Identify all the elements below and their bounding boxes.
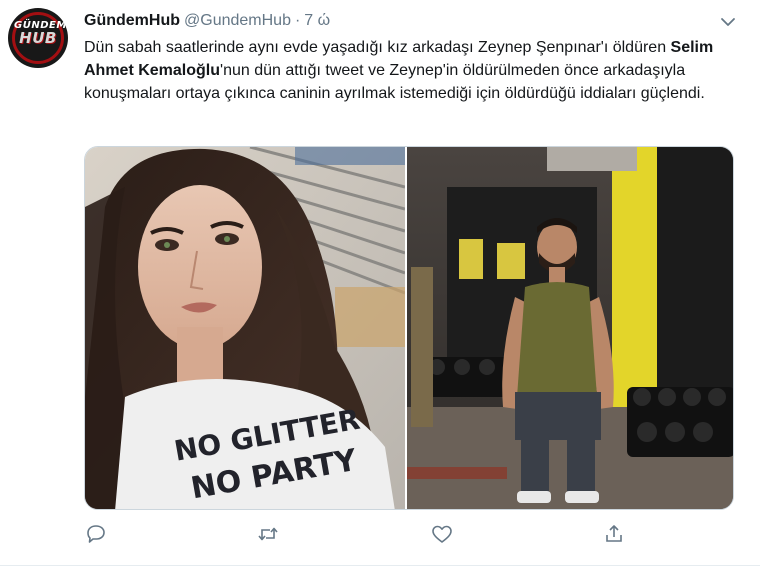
avatar-logo: GÜNDEM HUB [14,20,66,47]
share-icon[interactable] [602,522,626,546]
avatar[interactable]: GÜNDEM HUB [8,8,68,68]
tweet-header: GündemHub @GundemHub · 7 ώ [84,10,330,32]
avatar-logo-main: HUB [19,29,57,47]
timestamp[interactable]: 7 ώ [304,12,330,29]
retweet-icon[interactable] [256,522,280,546]
tweet-text-part1: Dün sabah saatlerinde aynı evde yaşadığı… [84,39,671,56]
tweet-card[interactable]: GÜNDEM HUB GündemHub @GundemHub · 7 ώ Dün s… [0,0,760,566]
tweet-media[interactable]: NO GLITTER NO PARTY [84,146,734,510]
like-icon[interactable] [430,522,454,546]
user-handle[interactable]: @GundemHub [184,12,291,29]
media-photo-man-gym[interactable] [407,147,733,509]
chevron-down-icon[interactable] [718,12,738,32]
reply-icon[interactable] [84,522,108,546]
media-photo-woman-selfie[interactable]: NO GLITTER NO PARTY [85,147,405,509]
separator-dot: · [294,12,301,29]
display-name[interactable]: GündemHub [84,12,180,29]
tweet-text: Dün sabah saatlerinde aynı evde yaşadığı… [84,36,734,105]
tweet-actions [84,522,734,548]
